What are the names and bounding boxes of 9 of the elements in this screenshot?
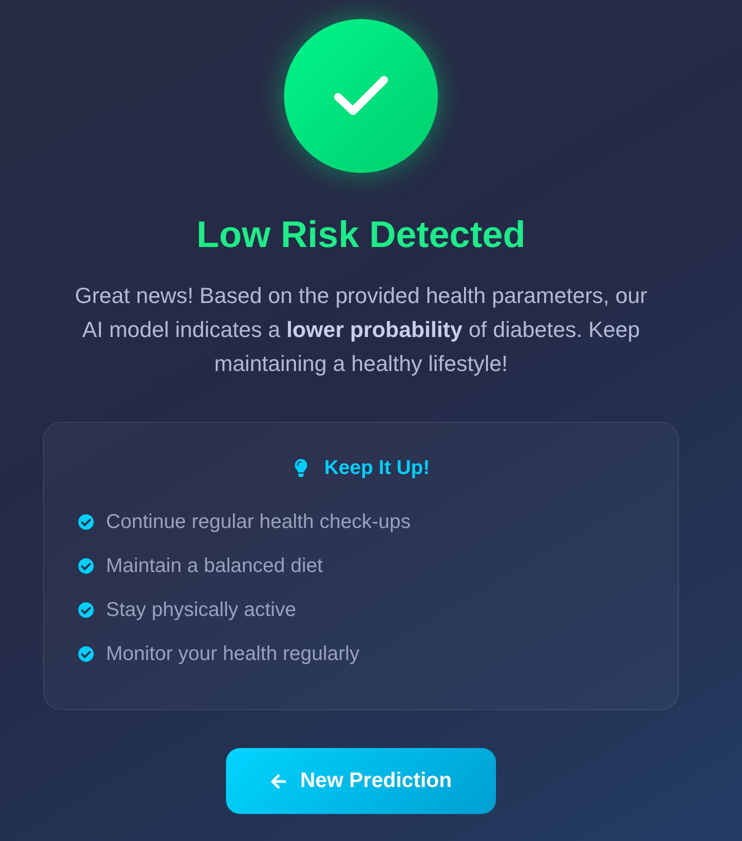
tips-heading: Keep It Up! <box>324 456 430 480</box>
tip-text: Continue regular health check-ups <box>106 510 411 534</box>
new-prediction-button[interactable]: New Prediction <box>226 748 496 814</box>
tip-text: Monitor your health regularly <box>106 642 360 666</box>
arrow-left-icon <box>270 772 288 790</box>
result-title: Low Risk Detected <box>196 215 526 255</box>
tip-text: Maintain a balanced diet <box>106 554 323 578</box>
result-message: Great news! Based on the provided health parameters, our AI model indicates a lower probability of diabetes. Keep maintaining a healthy lifestyle! <box>74 282 648 378</box>
tip-text: Stay physically active <box>106 598 296 622</box>
